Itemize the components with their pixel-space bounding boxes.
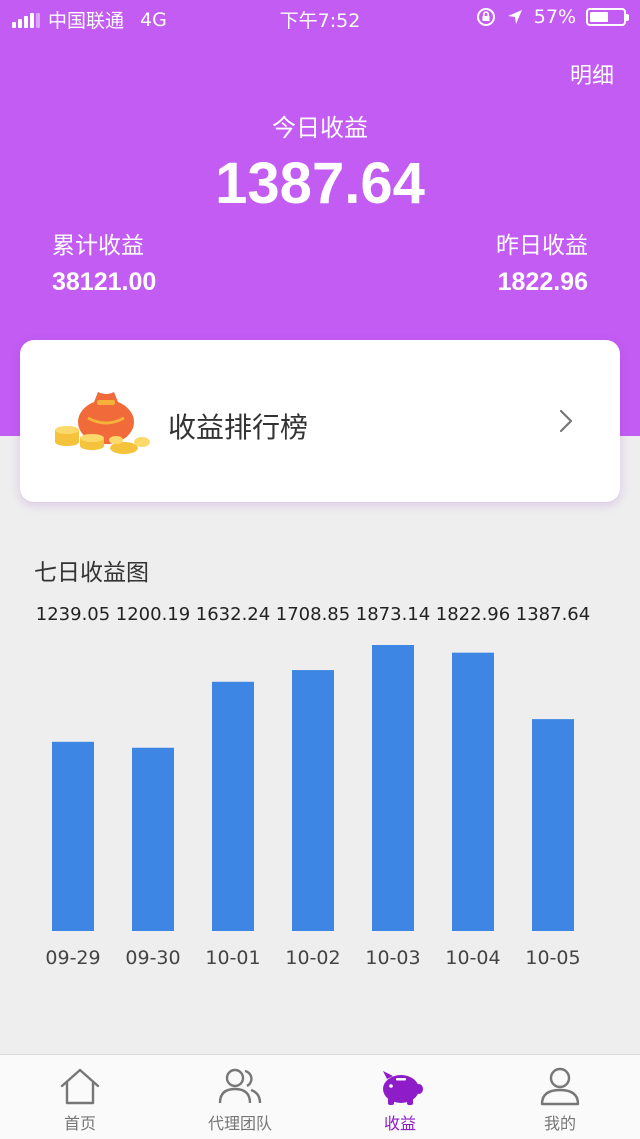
x-axis-label: 10-04 bbox=[445, 947, 500, 969]
orientation-lock-icon bbox=[476, 8, 495, 26]
tab-home[interactable]: 首页 bbox=[0, 1055, 160, 1139]
status-bar: 中国联通 4G 下午7:52 57% bbox=[0, 0, 640, 36]
tab-earnings-label: 收益 bbox=[383, 1114, 416, 1133]
home-icon bbox=[60, 1068, 100, 1105]
bar-value-label: 1822.96 bbox=[436, 604, 510, 625]
piggy-bank-icon bbox=[383, 1071, 423, 1105]
tab-earnings[interactable]: 收益 bbox=[320, 1055, 480, 1139]
tab-home-label: 首页 bbox=[63, 1114, 96, 1133]
today-earnings-label: 今日收益 bbox=[272, 114, 368, 142]
user-icon bbox=[540, 1067, 580, 1106]
bar-value-label: 1873.14 bbox=[356, 604, 430, 625]
x-axis-label: 10-01 bbox=[205, 947, 260, 969]
chart-bar-09-30 bbox=[132, 747, 174, 931]
seven-day-earnings-chart: 1239.05 09-29 1200.19 09-30 1632.24 10-01 1708… bbox=[36, 604, 590, 969]
battery-percent: 57% bbox=[533, 6, 576, 28]
ranking-card[interactable]: 收益排行榜 bbox=[20, 340, 620, 502]
bar-value-label: 1239.05 bbox=[36, 604, 110, 625]
battery-icon bbox=[586, 8, 629, 26]
yesterday-earnings-label: 昨日收益 bbox=[496, 233, 588, 259]
chart-title: 七日收益图 bbox=[34, 560, 149, 586]
x-axis-label: 10-03 bbox=[365, 947, 420, 969]
chart-bar-10-04 bbox=[452, 652, 494, 931]
yesterday-earnings-value: 1822.96 bbox=[497, 268, 588, 296]
team-icon bbox=[218, 1068, 262, 1104]
x-axis-label: 10-02 bbox=[285, 947, 340, 969]
tab-bar: 首页 代理团队 收益 我的 bbox=[0, 1054, 640, 1139]
tab-profile[interactable]: 我的 bbox=[480, 1055, 640, 1139]
bar-value-label: 1708.85 bbox=[276, 604, 350, 625]
bar-value-label: 1632.24 bbox=[196, 604, 270, 625]
chevron-right-icon bbox=[559, 409, 573, 433]
x-axis-label: 09-29 bbox=[45, 947, 100, 969]
battery-level bbox=[590, 12, 608, 22]
bar-value-label: 1200.19 bbox=[116, 604, 190, 625]
chart-bar-10-05 bbox=[532, 719, 574, 931]
detail-link[interactable]: 明细 bbox=[570, 58, 614, 90]
chart-bar-10-01 bbox=[212, 681, 254, 931]
tab-team[interactable]: 代理团队 bbox=[160, 1055, 320, 1139]
total-earnings-value: 38121.00 bbox=[52, 268, 157, 296]
chart-bar-09-29 bbox=[52, 741, 94, 931]
ranking-title: 收益排行榜 bbox=[168, 411, 309, 444]
money-bag-icon bbox=[55, 392, 150, 454]
x-axis-label: 10-05 bbox=[525, 947, 580, 969]
total-earnings-label: 累计收益 bbox=[52, 233, 144, 259]
today-earnings-value: 1387.64 bbox=[215, 151, 425, 216]
chart-bar-10-02 bbox=[292, 670, 334, 931]
chart-bar-10-03 bbox=[372, 645, 414, 931]
tab-profile-label: 我的 bbox=[543, 1114, 576, 1133]
location-icon bbox=[507, 10, 522, 24]
x-axis-label: 09-30 bbox=[125, 947, 180, 969]
bar-value-label: 1387.64 bbox=[516, 604, 590, 625]
tab-team-label: 代理团队 bbox=[207, 1114, 272, 1133]
